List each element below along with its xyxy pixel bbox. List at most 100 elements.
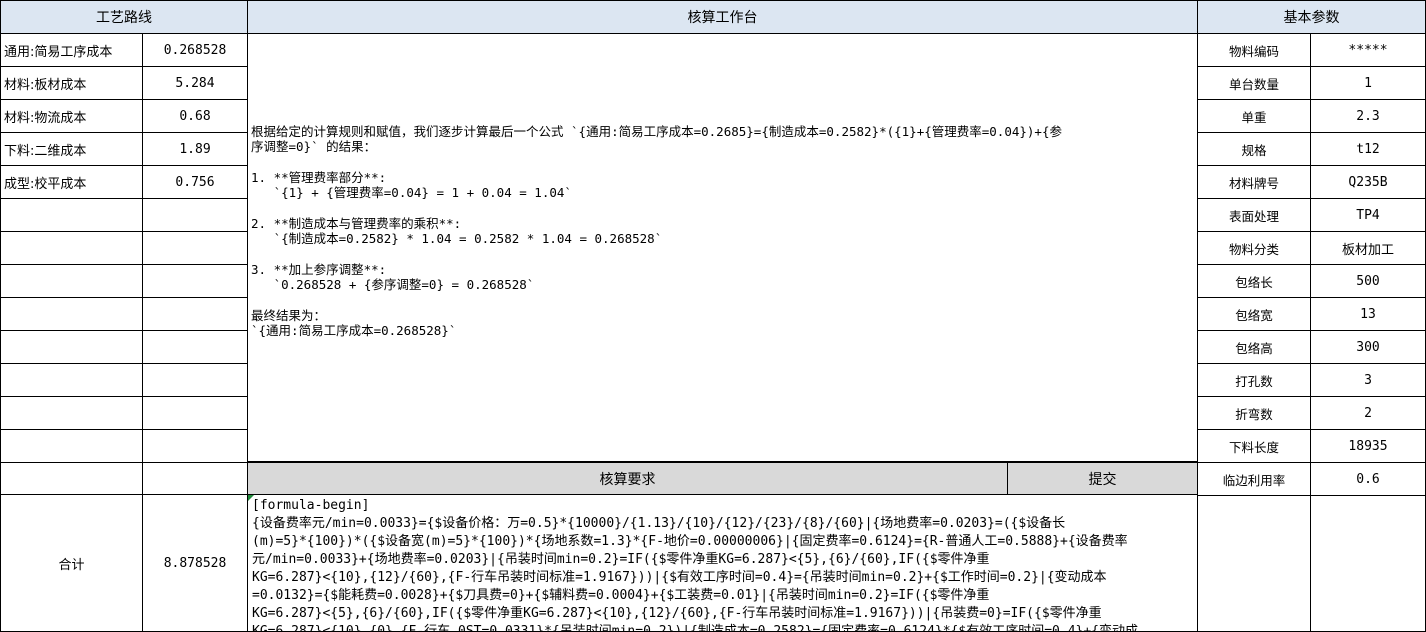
param-value-cell[interactable]: 18935 xyxy=(1311,430,1426,463)
param-label: 折弯数 xyxy=(1235,406,1273,422)
route-empty-label-cell[interactable] xyxy=(0,463,143,495)
param-label: 下料长度 xyxy=(1228,439,1279,455)
workbench-output[interactable]: 根据给定的计算规则和赋值，我们逐步计算最后一个公式 `{通用:简易工序成本=0.… xyxy=(248,34,1198,462)
param-value: 13 xyxy=(1360,306,1376,322)
param-label-cell[interactable]: 规格 xyxy=(1198,133,1311,166)
route-empty-label-cell[interactable] xyxy=(0,265,143,298)
param-label-cell[interactable]: 材料牌号 xyxy=(1198,166,1311,199)
route-item-label-cell[interactable]: 成型:校平成本 xyxy=(0,166,143,199)
param-label: 规格 xyxy=(1241,142,1267,158)
param-value-cell[interactable]: 300 xyxy=(1311,331,1426,364)
params-header: 基本参数 xyxy=(1198,0,1426,34)
submit-button[interactable]: 提交 xyxy=(1008,462,1198,495)
param-value: TP4 xyxy=(1356,207,1380,223)
route-empty-value-cell[interactable] xyxy=(143,463,248,495)
param-value: 2.3 xyxy=(1356,108,1380,124)
param-value: Q235B xyxy=(1348,174,1388,190)
param-value-cell[interactable]: 1 xyxy=(1311,67,1426,100)
param-label: 包络高 xyxy=(1235,340,1273,356)
param-value-cell[interactable]: 13 xyxy=(1311,298,1426,331)
calc-requirement-header: 核算要求 xyxy=(248,462,1008,495)
calc-requirement-label: 核算要求 xyxy=(599,471,656,488)
param-label-cell[interactable]: 包络高 xyxy=(1198,331,1311,364)
param-value-cell[interactable]: 0.6 xyxy=(1311,463,1426,496)
param-value-cell[interactable]: 板材加工 xyxy=(1311,232,1426,265)
submit-label: 提交 xyxy=(1088,471,1117,488)
route-empty-label-cell[interactable] xyxy=(0,430,143,463)
route-empty-value-cell[interactable] xyxy=(143,265,248,298)
param-value-cell[interactable]: TP4 xyxy=(1311,199,1426,232)
param-empty-value-cell[interactable] xyxy=(1311,495,1426,632)
route-empty-value-cell[interactable] xyxy=(143,364,248,397)
param-label-cell[interactable]: 下料长度 xyxy=(1198,430,1311,463)
route-item-label-cell[interactable]: 通用:简易工序成本 xyxy=(0,34,143,67)
route-item-value-cell[interactable]: 0.756 xyxy=(143,166,248,199)
route-item-value-cell[interactable]: 0.68 xyxy=(143,100,248,133)
route-item-value: 5.284 xyxy=(175,75,215,91)
param-value-cell[interactable]: 2 xyxy=(1311,397,1426,430)
route-item-value-cell[interactable]: 5.284 xyxy=(143,67,248,100)
param-value-cell[interactable]: ***** xyxy=(1311,34,1426,67)
param-label: 包络长 xyxy=(1235,274,1273,290)
route-empty-label-cell[interactable] xyxy=(0,364,143,397)
route-item-label-cell[interactable]: 材料:板材成本 xyxy=(0,67,143,100)
route-item-label-cell[interactable]: 下料:二维成本 xyxy=(0,133,143,166)
route-empty-value-cell[interactable] xyxy=(143,397,248,430)
param-value: 2 xyxy=(1364,405,1372,421)
param-label: 打孔数 xyxy=(1235,373,1273,389)
param-value: 0.6 xyxy=(1356,471,1380,487)
param-label: 单重 xyxy=(1241,109,1267,125)
route-item-value: 0.756 xyxy=(175,174,215,190)
route-item-label: 下料:二维成本 xyxy=(4,143,87,159)
total-label: 合计 xyxy=(58,557,85,573)
total-value-cell[interactable]: 8.878528 xyxy=(143,495,248,632)
route-empty-value-cell[interactable] xyxy=(143,331,248,364)
route-empty-value-cell[interactable] xyxy=(143,232,248,265)
route-item-value-cell[interactable]: 0.268528 xyxy=(143,34,248,67)
total-value: 8.878528 xyxy=(163,555,227,571)
route-empty-value-cell[interactable] xyxy=(143,430,248,463)
route-item-label: 成型:校平成本 xyxy=(4,176,87,192)
param-label-cell[interactable]: 折弯数 xyxy=(1198,397,1311,430)
params-header-label: 基本参数 xyxy=(1283,10,1340,26)
route-empty-value-cell[interactable] xyxy=(143,298,248,331)
formula-input[interactable]: [formula-begin] {设备费率元/min=0.0033}={$设备价… xyxy=(248,495,1198,632)
route-empty-label-cell[interactable] xyxy=(0,397,143,430)
param-value: 板材加工 xyxy=(1341,242,1394,258)
param-label-cell[interactable]: 单台数量 xyxy=(1198,67,1311,100)
param-empty-label-cell[interactable] xyxy=(1198,495,1311,632)
param-value-cell[interactable]: 500 xyxy=(1311,265,1426,298)
param-value-cell[interactable]: t12 xyxy=(1311,133,1426,166)
param-label-cell[interactable]: 打孔数 xyxy=(1198,364,1311,397)
route-header: 工艺路线 xyxy=(0,0,248,34)
param-value: ***** xyxy=(1348,42,1388,58)
param-label-cell[interactable]: 单重 xyxy=(1198,100,1311,133)
param-value-cell[interactable]: 2.3 xyxy=(1311,100,1426,133)
param-label-cell[interactable]: 包络宽 xyxy=(1198,298,1311,331)
total-label-cell[interactable]: 合计 xyxy=(0,495,143,632)
param-label-cell[interactable]: 物料分类 xyxy=(1198,232,1311,265)
route-empty-value-cell[interactable] xyxy=(143,199,248,232)
route-empty-label-cell[interactable] xyxy=(0,199,143,232)
route-item-value: 0.268528 xyxy=(163,42,227,58)
param-value: 500 xyxy=(1356,273,1380,289)
param-label: 物料分类 xyxy=(1228,241,1279,257)
param-label-cell[interactable]: 临边利用率 xyxy=(1198,463,1311,496)
route-item-label-cell[interactable]: 材料:物流成本 xyxy=(0,100,143,133)
route-item-label: 材料:板材成本 xyxy=(4,77,87,93)
param-value: 1 xyxy=(1364,75,1372,91)
param-label-cell[interactable]: 表面处理 xyxy=(1198,199,1311,232)
param-value-cell[interactable]: 3 xyxy=(1311,364,1426,397)
param-label-cell[interactable]: 物料编码 xyxy=(1198,34,1311,67)
route-item-value-cell[interactable]: 1.89 xyxy=(143,133,248,166)
route-empty-label-cell[interactable] xyxy=(0,232,143,265)
param-label-cell[interactable]: 包络长 xyxy=(1198,265,1311,298)
formula-text: [formula-begin] {设备费率元/min=0.0033}={$设备价… xyxy=(252,498,1138,632)
param-label: 包络宽 xyxy=(1235,307,1273,323)
workbench-header: 核算工作台 xyxy=(248,0,1198,34)
route-empty-label-cell[interactable] xyxy=(0,298,143,331)
param-label: 临边利用率 xyxy=(1222,472,1286,488)
route-empty-label-cell[interactable] xyxy=(0,331,143,364)
param-value-cell[interactable]: Q235B xyxy=(1311,166,1426,199)
route-item-value: 0.68 xyxy=(179,108,211,124)
